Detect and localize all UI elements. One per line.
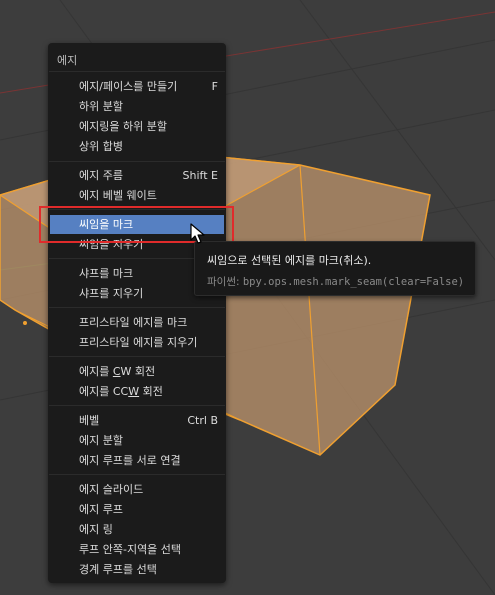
menu-separator: [49, 356, 225, 357]
menu-item-label: 에지 슬라이드: [79, 483, 144, 496]
menu-item-label: 에지 링: [79, 523, 113, 536]
menu-item-un-subdivide[interactable]: 상위 합병: [48, 137, 226, 156]
menu-item-label: 에지/페이스를 만들기: [79, 80, 178, 93]
menu-separator: [49, 405, 225, 406]
menu-item-edge-ring[interactable]: 에지 링: [48, 520, 226, 539]
menu-item-edge-loop[interactable]: 에지 루프: [48, 500, 226, 519]
menu-item-rotate-edge-cw[interactable]: 에지를 CW 회전: [48, 362, 226, 381]
menu-separator: [49, 307, 225, 308]
menu-separator: [49, 71, 225, 72]
menu-item-label: 샤프를 마크: [79, 267, 134, 280]
menu-item-label: 경계 루프를 선택: [79, 563, 157, 576]
tooltip-description: 씨임으로 선택된 에지를 마크(취소).: [207, 254, 372, 267]
menu-item-label: 에지를 CCW 회전: [79, 385, 163, 398]
menu-item-select-boundary-loop[interactable]: 경계 루프를 선택: [48, 560, 226, 579]
menu-item-label: 프리스타일 에지를 마크: [79, 316, 188, 329]
menu-item-edge-crease[interactable]: 에지 주름 Shift E: [48, 166, 226, 185]
menu-separator: [49, 161, 225, 162]
menu-item-make-edge-face[interactable]: 에지/페이스를 만들기 F: [48, 77, 226, 96]
tooltip-python: 파이썬: bpy.ops.mesh.mark_seam(clear=False): [207, 276, 465, 288]
menu-title: 에지: [57, 54, 78, 67]
menu-item-label: 프리스타일 에지를 지우기: [79, 336, 198, 349]
menu-item-bevel[interactable]: 베벨 Ctrl B: [48, 411, 226, 430]
menu-item-label: 에지 베벨 웨이트: [79, 189, 157, 202]
menu-item-label: 에지링을 하위 분할: [79, 120, 167, 133]
menu-item-label: 에지를 CW 회전: [79, 365, 156, 378]
menu-item-edge-split[interactable]: 에지 분할: [48, 431, 226, 450]
menu-item-label: 상위 합병: [79, 140, 123, 153]
menu-item-shortcut: Shift E: [182, 169, 218, 182]
menu-item-clear-freestyle-edge[interactable]: 프리스타일 에지를 지우기: [48, 333, 226, 352]
menu-item-label: 하위 분할: [79, 100, 123, 113]
menu-item-mark-freestyle-edge[interactable]: 프리스타일 에지를 마크: [48, 313, 226, 332]
menu-item-subdivide[interactable]: 하위 분할: [48, 97, 226, 116]
menu-item-label: 베벨: [79, 414, 100, 427]
menu-item-label: 에지 루프: [79, 503, 123, 516]
tooltip: 씨임으로 선택된 에지를 마크(취소). 파이썬: bpy.ops.mesh.m…: [194, 241, 476, 296]
menu-item-subdivide-edge-ring[interactable]: 에지링을 하위 분할: [48, 117, 226, 136]
menu-item-label: 에지 주름: [79, 169, 123, 182]
menu-item-shortcut: F: [211, 80, 218, 93]
object-origin-dot: [23, 321, 27, 325]
menu-item-label: 샤프를 지우기: [79, 287, 144, 300]
menu-item-label: 에지 분할: [79, 434, 123, 447]
menu-item-edge-bevel-weight[interactable]: 에지 베벨 웨이트: [48, 186, 226, 205]
edge-context-menu: 에지 에지/페이스를 만들기 F 하위 분할 에지링을 하위 분할 상위 합병 …: [48, 43, 226, 583]
menu-item-shortcut: Ctrl B: [187, 414, 218, 427]
menu-item-rotate-edge-ccw[interactable]: 에지를 CCW 회전: [48, 382, 226, 401]
menu-item-select-loop-inner-region[interactable]: 루프 안쪽-지역을 선택: [48, 540, 226, 559]
menu-item-bridge-edge-loops[interactable]: 에지 루프를 서로 연결: [48, 451, 226, 470]
menu-item-edge-slide[interactable]: 에지 슬라이드: [48, 480, 226, 499]
menu-separator: [49, 474, 225, 475]
mouse-cursor-icon: [190, 223, 205, 244]
menu-item-label: 에지 루프를 서로 연결: [79, 454, 181, 467]
menu-item-label: 루프 안쪽-지역을 선택: [79, 543, 182, 556]
